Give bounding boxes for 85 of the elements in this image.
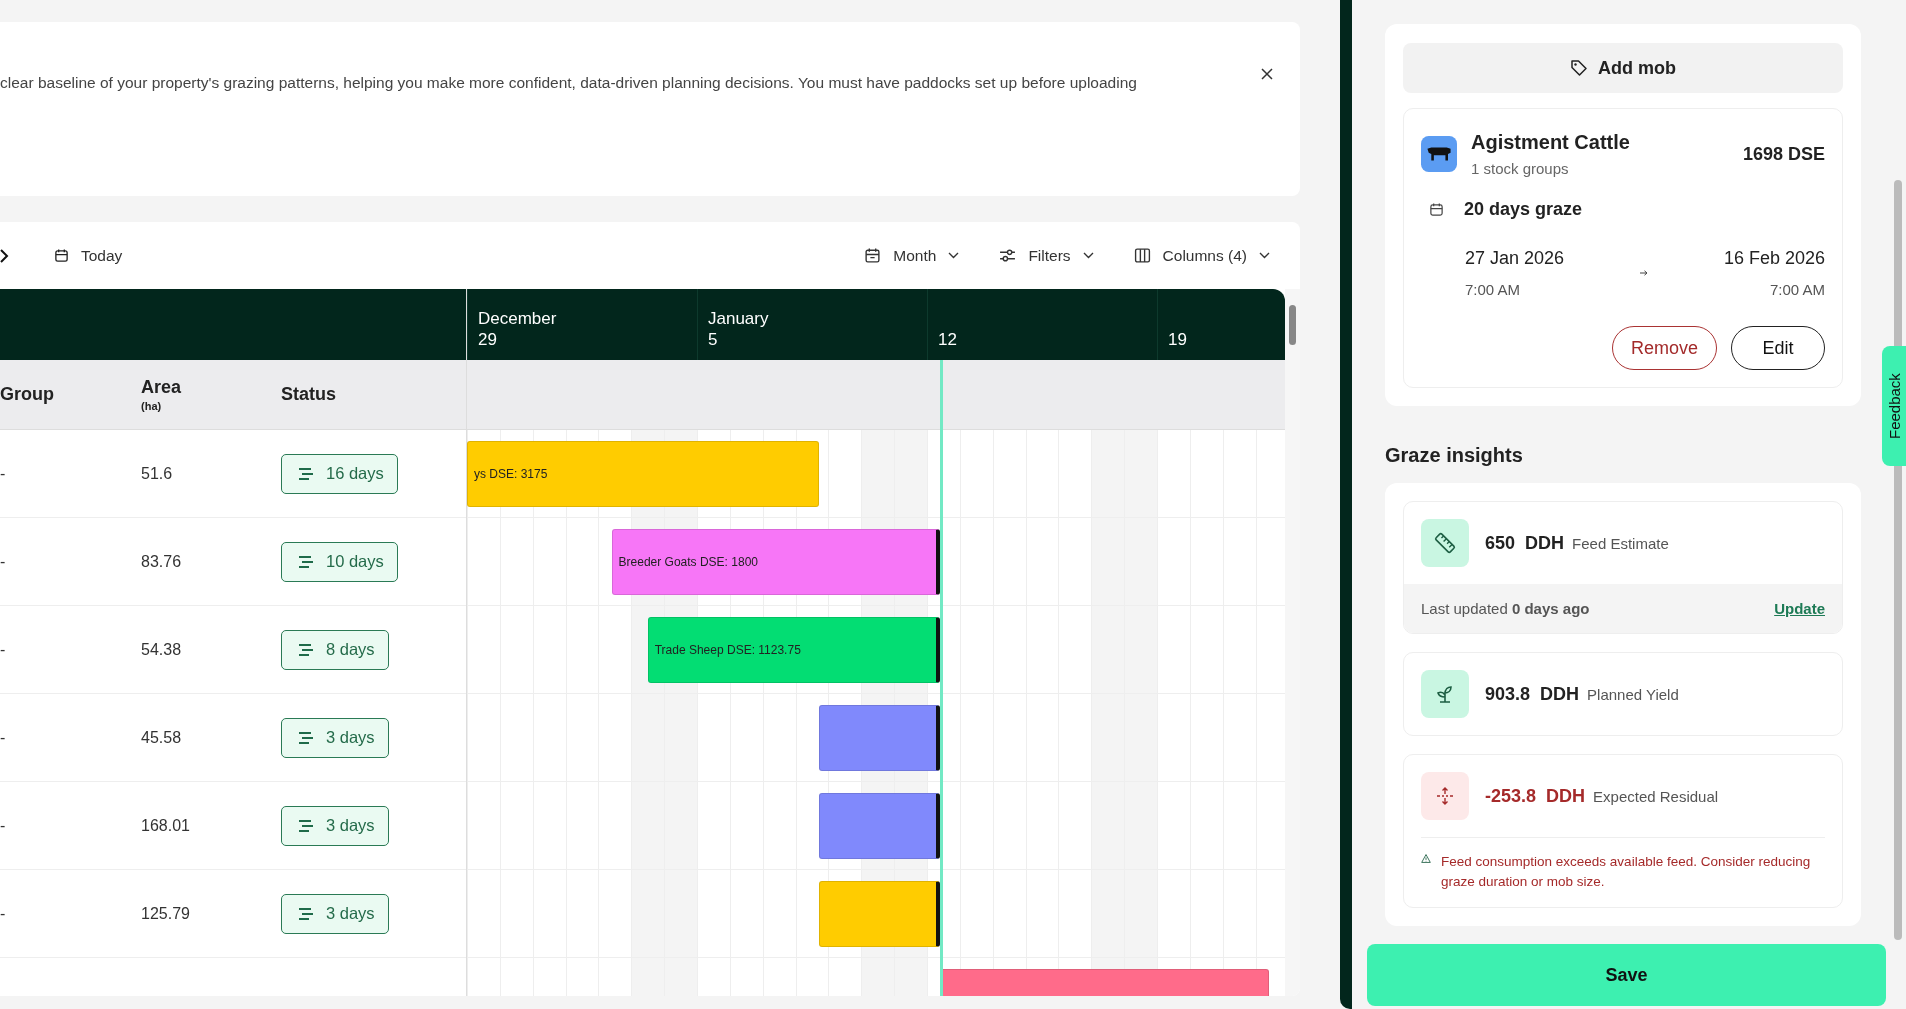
lines-icon xyxy=(298,466,314,481)
status-badge[interactable]: 8 days xyxy=(281,629,389,670)
calendar-icon xyxy=(1429,202,1444,217)
status-badge[interactable]: 3 days xyxy=(281,717,389,758)
filters-dropdown[interactable]: Filters xyxy=(999,246,1094,265)
gantt-bar[interactable] xyxy=(818,881,941,947)
week-day-label: 5 xyxy=(708,329,718,350)
gantt-bar[interactable]: Breeder Goats DSE: 1800 xyxy=(611,529,941,595)
group-cell: - xyxy=(0,552,6,571)
tag-icon xyxy=(1570,59,1588,77)
column-header[interactable]: Area xyxy=(141,377,182,398)
lines-icon xyxy=(298,818,314,833)
update-link[interactable]: Update xyxy=(1774,600,1825,617)
week-day-label: 12 xyxy=(938,329,957,350)
calendar-icon xyxy=(54,248,69,263)
last-updated-text: Last updated 0 days ago xyxy=(1421,600,1590,617)
warning-text: Feed consumption exceeds available feed. Consider reducing graze duration or mob size. xyxy=(1441,853,1812,891)
arrow-right-icon xyxy=(1640,270,1648,276)
remove-button[interactable]: Remove xyxy=(1611,326,1717,370)
group-cell: - xyxy=(0,816,6,835)
chevron-down-icon xyxy=(1082,252,1094,259)
column-header[interactable]: Group xyxy=(0,384,54,405)
feedback-tab[interactable]: Feedback xyxy=(1882,346,1906,466)
sprout-icon xyxy=(1421,670,1469,718)
insight-value: 650 DDH xyxy=(1485,532,1565,554)
group-cell: - xyxy=(0,640,6,659)
chevron-down-icon xyxy=(948,252,960,259)
sliders-icon xyxy=(999,247,1017,264)
lines-icon xyxy=(298,554,314,569)
status-badge[interactable]: 3 days xyxy=(281,893,389,934)
group-cell: - xyxy=(0,728,6,747)
status-badge[interactable]: 16 days xyxy=(281,453,398,494)
area-cell: 45.58 xyxy=(141,728,182,747)
group-cell: - xyxy=(0,464,6,483)
mob-subtitle: 1 stock groups xyxy=(1471,160,1570,177)
insight-label: Expected Residual xyxy=(1593,787,1719,805)
end-date: 16 Feb 2026 xyxy=(1723,248,1825,269)
gantt-bar[interactable] xyxy=(818,793,941,859)
graze-duration: 20 days graze xyxy=(1464,199,1583,220)
lines-icon xyxy=(298,906,314,921)
area-cell: 125.79 xyxy=(141,904,190,923)
close-icon[interactable] xyxy=(1260,67,1274,81)
month-label: January xyxy=(708,309,769,330)
month-dropdown[interactable]: Month xyxy=(864,246,960,265)
column-header[interactable]: Status xyxy=(281,384,336,405)
arrows-icon xyxy=(1421,772,1469,820)
warning-icon xyxy=(1421,852,1431,865)
insight-label: Planned Yield xyxy=(1587,685,1679,703)
end-time: 7:00 AM xyxy=(1769,281,1825,298)
insight-label: Feed Estimate xyxy=(1572,534,1669,552)
cow-icon xyxy=(1421,136,1457,172)
mob-dse: 1698 DSE xyxy=(1742,143,1825,165)
week-day-label: 29 xyxy=(478,329,497,350)
status-badge[interactable]: 10 days xyxy=(281,541,398,582)
area-cell: 51.6 xyxy=(141,464,173,483)
ruler-icon xyxy=(1421,519,1469,567)
lines-icon xyxy=(298,730,314,745)
columns-dropdown[interactable]: Columns (4) xyxy=(1133,246,1270,265)
add-mob-button[interactable]: Add mob xyxy=(1403,43,1843,93)
gantt-bar[interactable] xyxy=(818,705,941,771)
month-label: December xyxy=(478,309,557,330)
area-cell: 54.38 xyxy=(141,640,182,659)
insight-value: -253.8 DDH xyxy=(1485,785,1586,807)
today-button[interactable]: Today xyxy=(54,246,123,265)
status-badge[interactable]: 3 days xyxy=(281,805,389,846)
edit-button[interactable]: Edit xyxy=(1731,326,1825,370)
insight-value: 903.8 DDH xyxy=(1485,683,1580,705)
group-cell: - xyxy=(0,904,6,923)
start-time: 7:00 AM xyxy=(1465,281,1522,298)
gantt-bar[interactable]: Trade Sheep DSE: 1123.75 xyxy=(647,617,941,683)
mob-name: Agistment Cattle xyxy=(1471,131,1630,154)
section-heading: Graze insights xyxy=(1385,444,1524,467)
chevron-right-icon[interactable] xyxy=(0,248,9,263)
week-day-label: 19 xyxy=(1168,329,1187,350)
area-cell: 83.76 xyxy=(141,552,182,571)
lines-icon xyxy=(298,642,314,657)
area-cell: 168.01 xyxy=(141,816,190,835)
save-button[interactable]: Save xyxy=(1367,944,1886,1007)
gantt-bar[interactable]: ys DSE: 3175 xyxy=(467,441,819,507)
start-date: 27 Jan 2026 xyxy=(1465,248,1565,269)
columns-icon xyxy=(1133,247,1151,264)
chevron-down-icon xyxy=(1259,252,1270,259)
banner-text: clear baseline of your property's grazing patterns, helping you make more confident, data-driven planning decisions. You must have paddocks set up before uploading xyxy=(0,74,1138,92)
calendar-icon xyxy=(864,247,882,264)
column-unit: (ha) xyxy=(141,400,162,412)
